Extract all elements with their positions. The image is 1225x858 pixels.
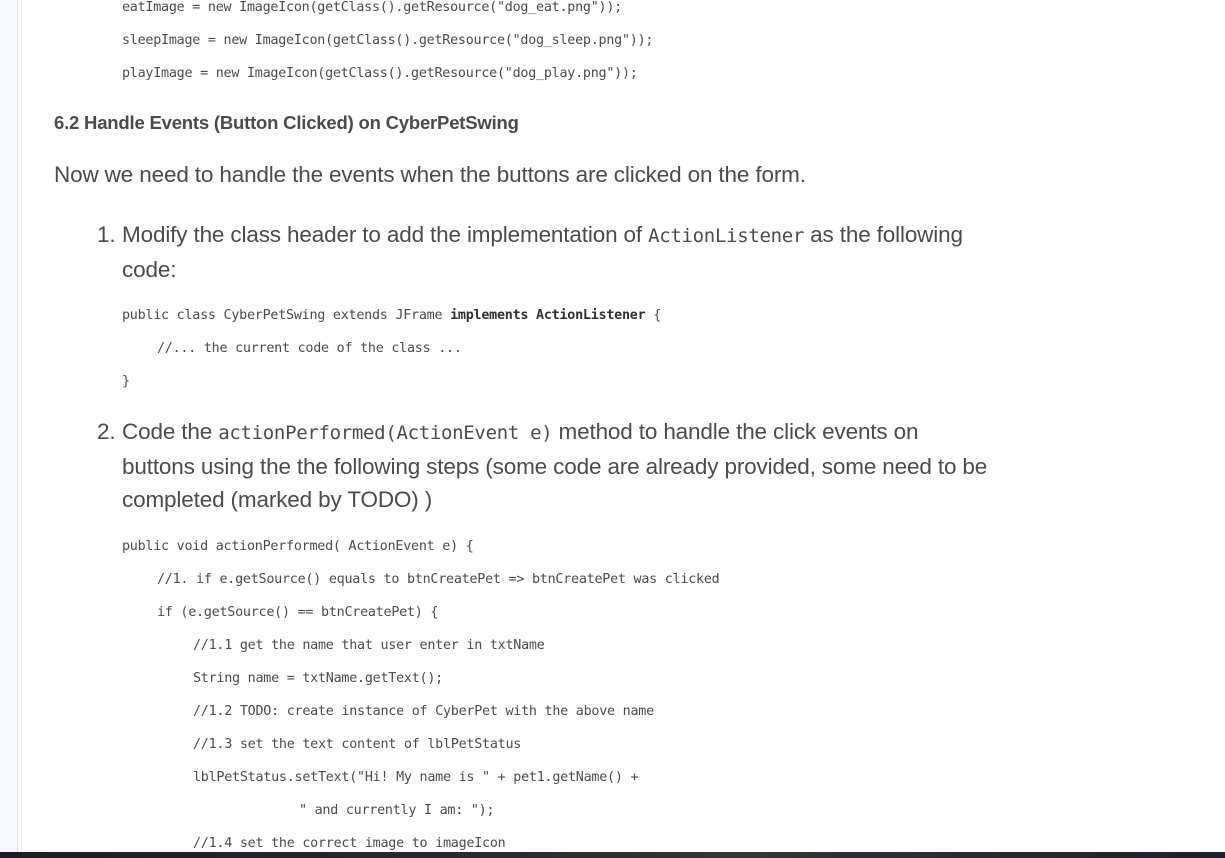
step-text: as the following [804, 222, 963, 247]
code-line: String name = txtName.getText(); [193, 671, 443, 686]
code-bold-text: implements ActionListener [450, 308, 646, 323]
code-line: //1. if e.getSource() equals to btnCreat… [157, 572, 720, 587]
code-line: if (e.getSource() == btnCreatePet) { [157, 605, 439, 620]
taskbar [0, 852, 1225, 858]
step-text: Code the [122, 419, 219, 444]
code-line: playImage = new ImageIcon(getClass().get… [122, 66, 638, 81]
step-1: 1. Modify the class header to add the im… [97, 218, 1042, 286]
code-line: //1.1 get the name that user enter in tx… [193, 638, 545, 653]
code-line: } [122, 374, 130, 389]
step-text: completed (marked by TODO) ) [122, 487, 433, 512]
code-line: //... the current code of the class ... [157, 341, 462, 356]
step-number: 2. [97, 419, 116, 444]
inline-code: ActionListener [648, 225, 805, 247]
step-text: method to handle the click events on [552, 419, 919, 444]
content-border [21, 0, 22, 852]
left-sidebar [0, 0, 18, 852]
code-text: { [645, 308, 662, 323]
code-line: lblPetStatus.setText("Hi! My name is " +… [193, 770, 639, 785]
code-line: " and currently I am: "); [299, 803, 495, 818]
code-line: //1.3 set the text content of lblPetStat… [193, 737, 522, 752]
intro-paragraph: Now we need to handle the events when th… [54, 162, 806, 187]
step-text: Modify the class header to add the imple… [122, 222, 649, 247]
step-text: buttons using the the following steps (s… [122, 454, 988, 479]
code-line: public class CyberPetSwing extends JFram… [122, 308, 661, 324]
inline-code: actionPerformed(ActionEvent e) [218, 422, 553, 444]
code-line: //1.4 set the correct image to imageIcon [193, 836, 506, 851]
code-line: sleepImage = new ImageIcon(getClass().ge… [122, 33, 654, 48]
section-heading: 6.2 Handle Events (Button Clicked) on Cy… [54, 112, 519, 133]
step-text: code: [122, 257, 177, 282]
code-line: public void actionPerformed( ActionEvent… [122, 539, 474, 554]
step-number: 1. [97, 222, 116, 247]
code-line: //1.2 TODO: create instance of CyberPet … [193, 704, 654, 719]
step-2: 2. Code the actionPerformed(ActionEvent … [97, 415, 1042, 516]
code-text: public class CyberPetSwing extends JFram… [122, 308, 451, 323]
code-line: eatImage = new ImageIcon(getClass().getR… [122, 0, 622, 15]
